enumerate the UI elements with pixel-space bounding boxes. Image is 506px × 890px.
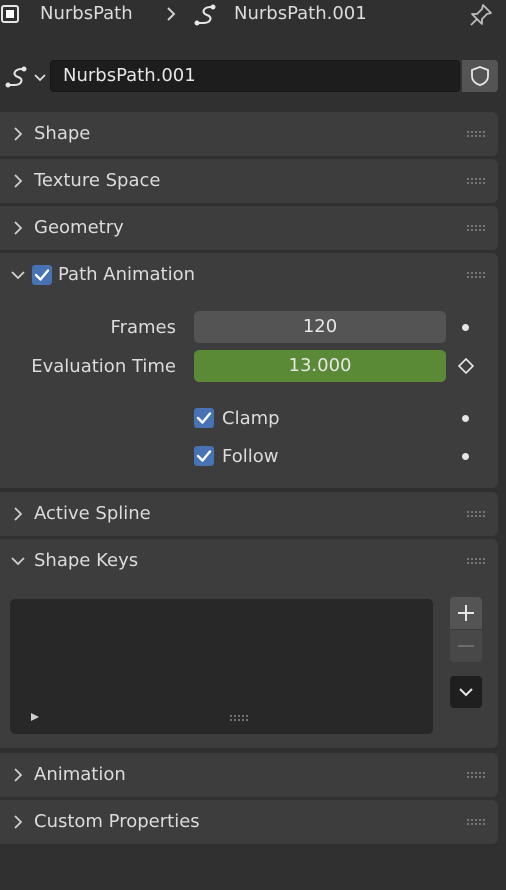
evaluation-time-field[interactable]: 13.000: [194, 350, 446, 382]
checkmark-icon: [196, 450, 212, 462]
chevron-right-icon: [14, 127, 23, 141]
panel-active-spline-header[interactable]: Active Spline: [0, 492, 498, 536]
panel-path-animation-header[interactable]: Path Animation: [0, 253, 498, 297]
drag-grip-icon[interactable]: [466, 177, 486, 185]
drag-grip-icon[interactable]: [466, 271, 486, 279]
keyframe-dot-icon[interactable]: [462, 453, 469, 460]
expand-filter-triangle-icon[interactable]: [30, 712, 40, 722]
clamp-checkbox[interactable]: [194, 408, 214, 428]
dropdown-menu-icon: [459, 688, 473, 697]
chevron-right-icon: [14, 768, 23, 782]
drag-grip-icon[interactable]: [466, 771, 486, 779]
drag-grip-icon[interactable]: [466, 224, 486, 232]
panel-texture-space: Texture Space: [0, 159, 498, 203]
chevron-down-icon: [11, 557, 25, 566]
panel-texture-space-header[interactable]: Texture Space: [0, 159, 498, 203]
add-shape-key-button[interactable]: [450, 597, 482, 629]
chevron-right-icon: [14, 507, 23, 521]
panel-animation-title: Animation: [34, 764, 126, 785]
panel-shape-header[interactable]: Shape: [0, 112, 498, 156]
object-icon: [1, 5, 19, 23]
drag-grip-icon[interactable]: [466, 510, 486, 518]
keyframe-dot-icon[interactable]: [462, 415, 469, 422]
minus-icon: [458, 645, 474, 647]
shape-keys-list[interactable]: [10, 599, 433, 734]
panel-path-animation-title: Path Animation: [58, 264, 196, 285]
checkmark-icon: [196, 412, 212, 424]
shape-key-specials-menu-button[interactable]: [450, 676, 482, 708]
panel-shape-keys-title: Shape Keys: [34, 550, 139, 571]
chevron-right-icon: [14, 174, 23, 188]
panel-animation: Animation: [0, 753, 498, 797]
datablock-selector: NurbsPath.001: [0, 58, 506, 96]
chevron-right-icon: [167, 7, 176, 21]
panel-path-animation: Path Animation Frames 120 Evaluation Tim…: [0, 253, 498, 488]
panel-geometry: Geometry: [0, 206, 498, 250]
curve-icon: [194, 4, 216, 26]
chevron-right-icon: [14, 221, 23, 235]
drag-grip-icon[interactable]: [466, 130, 486, 138]
panel-texture-space-title: Texture Space: [34, 170, 161, 191]
datablock-name-field[interactable]: NurbsPath.001: [50, 60, 460, 92]
panel-animation-header[interactable]: Animation: [0, 753, 498, 797]
curve-icon: [5, 66, 27, 88]
breadcrumb-object-name[interactable]: NurbsPath: [40, 5, 133, 23]
fake-user-shield-icon: [471, 66, 489, 86]
keyframe-diamond-icon[interactable]: [457, 357, 475, 375]
panel-geometry-title: Geometry: [34, 217, 124, 238]
chevron-right-icon: [14, 815, 23, 829]
panel-custom-properties-title: Custom Properties: [34, 811, 200, 832]
path-animation-enable-checkbox[interactable]: [32, 265, 52, 285]
panel-shape-keys: Shape Keys: [0, 539, 498, 748]
panel-shape: Shape: [0, 112, 498, 156]
panel-active-spline-title: Active Spline: [34, 503, 151, 524]
breadcrumb-data-name[interactable]: NurbsPath.001: [234, 5, 367, 23]
clamp-label[interactable]: Clamp: [222, 410, 280, 428]
breadcrumb: NurbsPath NurbsPath.001: [0, 0, 506, 30]
datablock-browse-button[interactable]: [2, 62, 48, 92]
chevron-down-icon: [11, 271, 25, 280]
panel-shape-title: Shape: [34, 123, 91, 144]
chevron-down-icon: [34, 74, 46, 82]
follow-checkbox[interactable]: [194, 446, 214, 466]
drag-grip-icon[interactable]: [466, 818, 486, 826]
plus-icon: [458, 605, 474, 621]
pin-icon[interactable]: [468, 2, 494, 28]
panel-geometry-header[interactable]: Geometry: [0, 206, 498, 250]
frames-label: Frames: [110, 317, 176, 338]
frames-field[interactable]: 120: [194, 311, 446, 343]
list-resize-grip-icon[interactable]: [229, 714, 249, 722]
fake-user-button[interactable]: [462, 60, 498, 92]
evaluation-time-label: Evaluation Time: [31, 356, 176, 377]
drag-grip-icon[interactable]: [466, 557, 486, 565]
panel-custom-properties: Custom Properties: [0, 800, 498, 844]
remove-shape-key-button[interactable]: [450, 630, 482, 662]
panel-shape-keys-header[interactable]: Shape Keys: [0, 539, 498, 583]
panel-active-spline: Active Spline: [0, 492, 498, 536]
checkmark-icon: [34, 269, 50, 281]
keyframe-dot-icon[interactable]: [462, 324, 469, 331]
follow-label[interactable]: Follow: [222, 448, 278, 466]
panel-custom-properties-header[interactable]: Custom Properties: [0, 800, 498, 844]
